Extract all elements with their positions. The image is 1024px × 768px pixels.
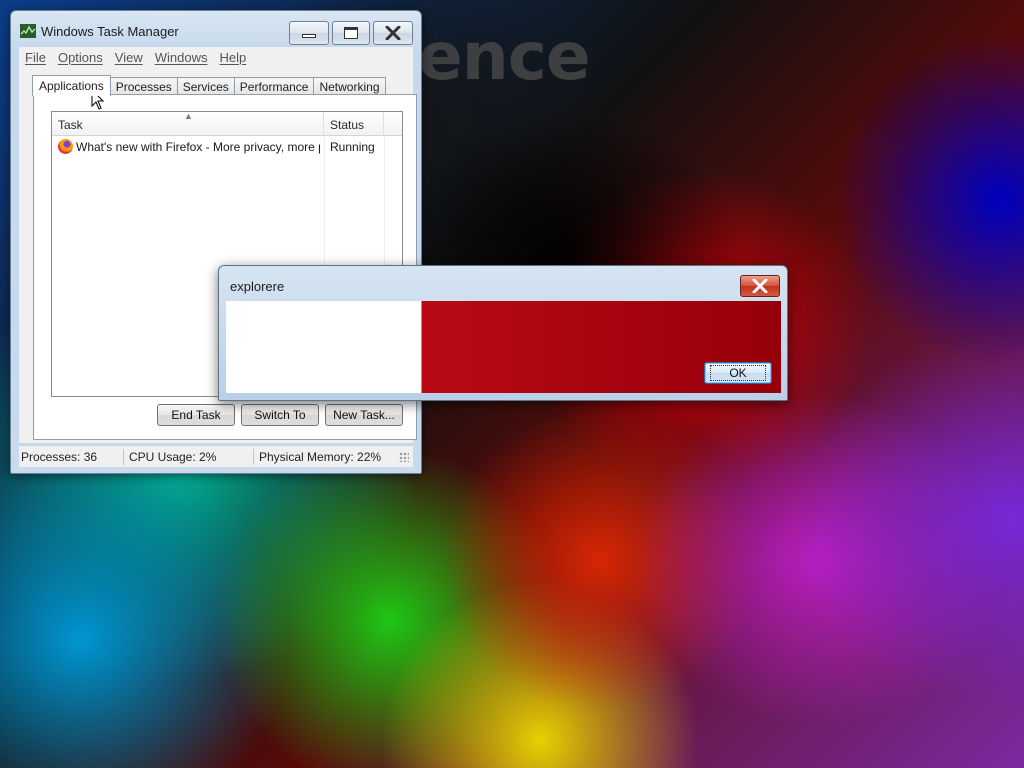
end-task-button[interactable]: End Task <box>157 404 235 426</box>
task-status: Running <box>330 140 375 154</box>
sort-ascending-icon: ▲ <box>184 111 193 121</box>
task-manager-window: Windows Task Manager File Options View W… <box>10 10 422 474</box>
resize-grip-icon[interactable] <box>399 452 409 462</box>
maximize-button[interactable] <box>332 21 370 45</box>
ok-button[interactable]: OK <box>704 362 772 384</box>
tab-processes[interactable]: Processes <box>109 77 178 95</box>
close-icon <box>385 26 401 40</box>
column-header-status[interactable]: Status <box>324 112 384 136</box>
column-status-label: Status <box>330 118 365 132</box>
tab-services[interactable]: Services <box>176 77 235 95</box>
status-separator <box>123 449 124 465</box>
tab-strip: Applications Processes Services Performa… <box>32 75 386 96</box>
status-cpu: CPU Usage: 2% <box>129 450 217 464</box>
column-task-label: Task <box>58 118 83 132</box>
column-header-task[interactable]: Task ▲ <box>52 111 324 136</box>
wallpaper-text: ence <box>418 18 591 95</box>
dialog-close-button[interactable] <box>740 275 780 297</box>
new-task-button[interactable]: New Task... <box>325 404 403 426</box>
tab-networking[interactable]: Networking <box>313 77 386 95</box>
status-bar: Processes: 36 CPU Usage: 2% Physical Mem… <box>19 445 413 467</box>
firefox-icon <box>58 139 73 154</box>
task-manager-titlebar[interactable]: Windows Task Manager <box>11 11 421 45</box>
status-separator <box>253 449 254 465</box>
dialog-title: explorere <box>230 279 285 294</box>
menu-bar: File Options View Windows Help <box>19 47 413 67</box>
minimize-button[interactable] <box>289 21 329 45</box>
minimize-icon <box>302 34 316 38</box>
menu-options[interactable]: Options <box>58 50 103 65</box>
task-row[interactable]: What's new with Firefox - More privacy, … <box>52 138 402 156</box>
maximize-icon <box>344 27 358 39</box>
tab-applications[interactable]: Applications <box>32 75 111 96</box>
switch-to-button[interactable]: Switch To <box>241 404 319 426</box>
explorere-dialog: explorere OK <box>218 265 788 401</box>
tab-performance[interactable]: Performance <box>233 77 315 95</box>
ok-button-label: OK <box>710 365 766 381</box>
menu-view[interactable]: View <box>115 50 143 65</box>
menu-help[interactable]: Help <box>219 50 246 65</box>
menu-file[interactable]: File <box>25 50 46 65</box>
dialog-content <box>226 301 781 393</box>
list-header: Task ▲ Status <box>52 111 402 136</box>
close-icon <box>752 279 768 293</box>
window-title: Windows Task Manager <box>41 24 179 39</box>
status-memory: Physical Memory: 22% <box>259 450 382 464</box>
status-processes: Processes: 36 <box>21 450 98 464</box>
close-button[interactable] <box>373 21 413 45</box>
task-name: What's new with Firefox - More privacy, … <box>76 140 320 154</box>
menu-windows[interactable]: Windows <box>155 50 208 65</box>
task-manager-app-icon <box>20 24 36 38</box>
